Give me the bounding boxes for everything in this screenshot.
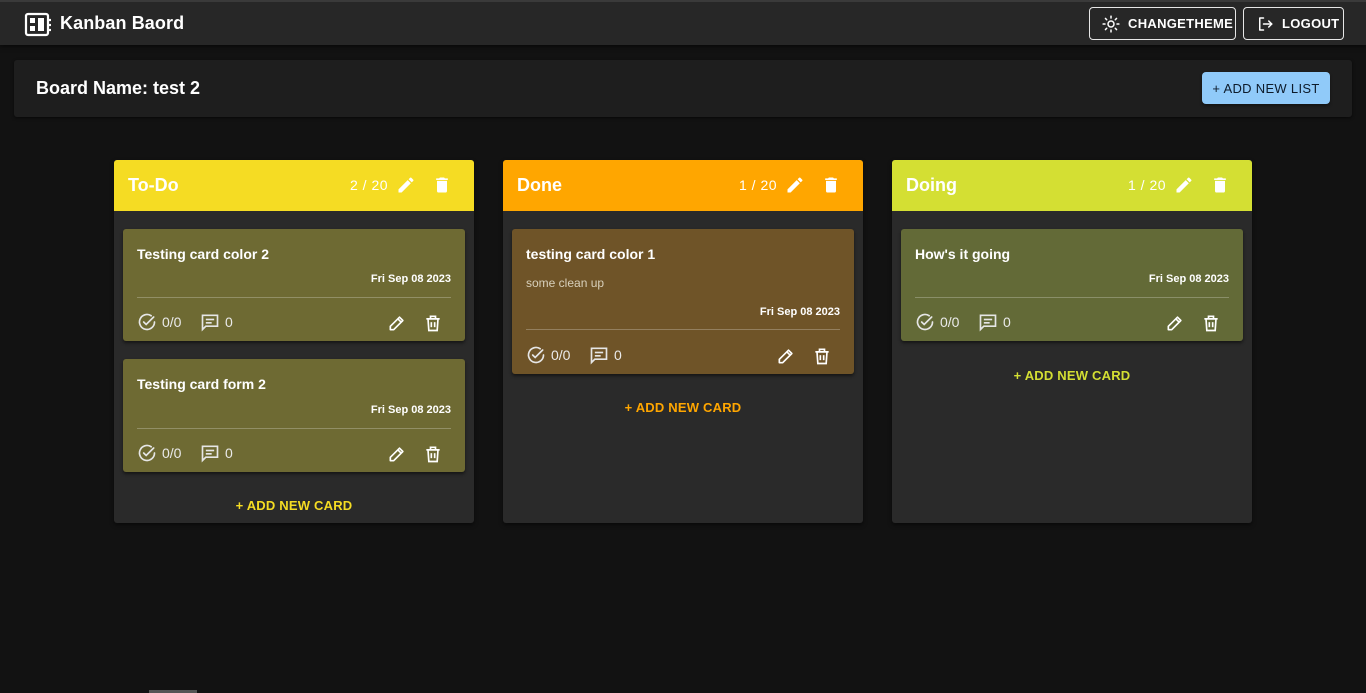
add-new-card-button[interactable]: + ADD NEW CARD [503,400,863,415]
comment-count: 0 [614,347,622,363]
comment-icon [201,314,219,332]
edit-card-icon[interactable] [1165,313,1185,333]
edit-list-icon[interactable] [785,175,805,195]
add-new-list-button[interactable]: + ADD NEW LIST [1202,72,1330,104]
check-circle-icon [138,313,156,331]
list-header: To-Do 2 / 20 [114,160,474,211]
checklist-indicator: 0/0 [137,443,181,463]
list-todo: To-Do 2 / 20 Testing card color 2 Fri Se… [114,160,474,523]
comments-indicator: 0 [200,312,233,332]
check-circle-icon [916,313,934,331]
list-card-count: 1 / 20 [739,177,778,193]
card-title: Testing card color 2 [137,246,269,262]
checklist-indicator: 0/0 [915,312,959,332]
checklist-count: 0/0 [551,347,571,363]
card-date: Fri Sep 08 2023 [759,306,840,318]
list-header: Done 1 / 20 [503,160,863,211]
comments-indicator: 0 [978,312,1011,332]
delete-card-icon[interactable] [812,346,832,366]
card[interactable]: How's it going Fri Sep 08 2023 0/0 0 [901,229,1243,341]
add-new-card-button[interactable]: + ADD NEW CARD [114,498,474,513]
list-title: Done [517,175,562,195]
card-description: some clean up [526,276,605,290]
comment-count: 0 [225,314,233,330]
checklist-indicator: 0/0 [526,345,570,365]
check-circle-icon [138,444,156,462]
edit-card-icon[interactable] [776,346,796,366]
list-done: Done 1 / 20 testing card color 1 some cl… [503,160,863,523]
checklist-count: 0/0 [162,445,182,461]
change-theme-label: CHANGETHEME [1128,16,1234,31]
list-title: To-Do [128,175,179,195]
list-card-count: 2 / 20 [350,177,389,193]
card-footer: 0/0 0 [137,443,451,465]
card-date: Fri Sep 08 2023 [370,404,451,416]
edit-card-icon[interactable] [387,444,407,464]
comment-icon [201,445,219,463]
delete-card-icon[interactable] [1201,313,1221,333]
card-date: Fri Sep 08 2023 [370,273,451,285]
checklist-count: 0/0 [162,314,182,330]
card-footer: 0/0 0 [526,345,840,367]
edit-list-icon[interactable] [1174,175,1194,195]
logout-icon [1259,16,1273,31]
edit-list-icon[interactable] [396,175,416,195]
check-circle-icon [527,346,545,364]
comments-indicator: 0 [200,443,233,463]
card-title: How's it going [915,246,1011,262]
edit-card-icon[interactable] [387,313,407,333]
card[interactable]: Testing card color 2 Fri Sep 08 2023 0/0… [123,229,465,341]
card-divider [137,297,451,298]
delete-list-icon[interactable] [1210,175,1230,195]
card-footer: 0/0 0 [137,312,451,334]
card-title: testing card color 1 [526,246,656,262]
list-title: Doing [906,175,957,195]
sun-icon [1102,14,1120,33]
board-header: Board Name: test 2 + ADD NEW LIST [14,60,1352,117]
comment-icon [590,347,608,365]
app-bar: Kanban Baord CHANGETHEME LOGOUT [0,0,1366,45]
comments-indicator: 0 [589,345,622,365]
checklist-count: 0/0 [940,314,960,330]
card-divider [915,297,1229,298]
dashboard-icon [24,12,51,37]
card[interactable]: Testing card form 2 Fri Sep 08 2023 0/0 … [123,359,465,472]
list-card-count: 1 / 20 [1128,177,1167,193]
card[interactable]: testing card color 1 some clean up Fri S… [512,229,854,374]
comment-icon [979,314,997,332]
comment-count: 0 [1003,314,1011,330]
list-header: Doing 1 / 20 [892,160,1252,211]
checklist-indicator: 0/0 [137,312,181,332]
card-title: Testing card form 2 [137,376,266,392]
delete-list-icon[interactable] [821,175,841,195]
delete-list-icon[interactable] [432,175,452,195]
comment-count: 0 [225,445,233,461]
delete-card-icon[interactable] [423,444,443,464]
logout-label: LOGOUT [1282,16,1340,31]
add-new-card-button[interactable]: + ADD NEW CARD [892,368,1252,383]
card-date: Fri Sep 08 2023 [1148,273,1229,285]
app-title: Kanban Baord [60,13,185,33]
card-footer: 0/0 0 [915,312,1229,334]
card-divider [137,428,451,429]
card-divider [526,329,840,330]
board-title: Board Name: test 2 [36,78,201,98]
list-doing: Doing 1 / 20 How's it going Fri Sep 08 2… [892,160,1252,523]
change-theme-button[interactable]: CHANGETHEME [1089,7,1236,40]
logout-button[interactable]: LOGOUT [1243,7,1344,40]
delete-card-icon[interactable] [423,313,443,333]
